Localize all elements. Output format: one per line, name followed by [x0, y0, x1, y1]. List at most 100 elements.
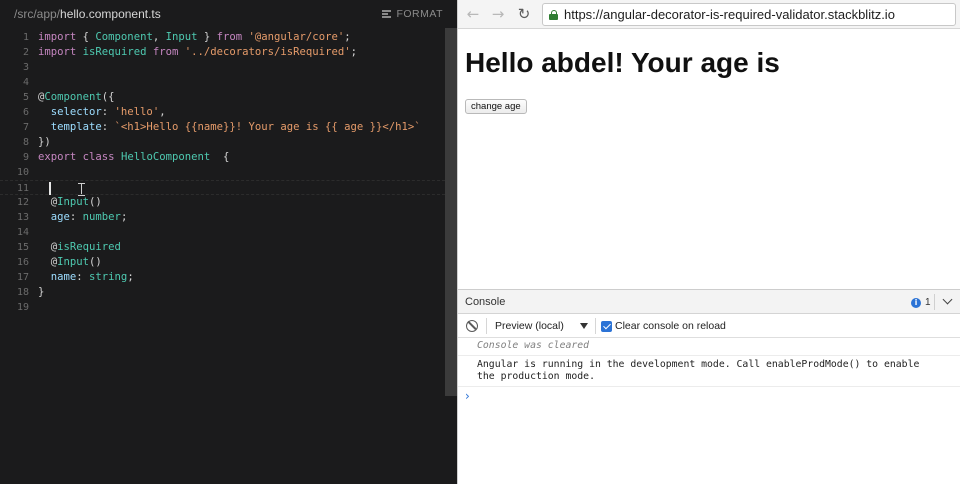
code-line[interactable]: 17 name: string; — [0, 270, 445, 285]
code-text: @Input() — [38, 255, 102, 270]
code-token: ; — [350, 46, 357, 58]
code-token: from — [152, 46, 179, 58]
code-token: () — [89, 256, 102, 268]
code-token: , — [159, 106, 166, 118]
clear-on-reload-label[interactable]: Clear console on reload — [615, 320, 726, 332]
url-text: https://angular-decorator-is-required-va… — [564, 7, 895, 22]
format-button[interactable]: FORMAT — [382, 8, 443, 20]
code-text: @Component({ — [38, 90, 115, 105]
preview-browser: ← → ↻ https://angular-decorator-is-requi… — [457, 0, 960, 484]
code-line[interactable]: 5 @Component({ — [0, 90, 445, 105]
console-prompt-icon[interactable]: › — [465, 389, 470, 403]
code-line[interactable]: 12 @Input() — [0, 195, 445, 210]
code-token: selector — [38, 106, 102, 118]
info-icon: i — [911, 297, 921, 308]
code-token: Input — [165, 31, 198, 43]
breadcrumb-path: /src/app/ — [14, 7, 61, 21]
code-line[interactable]: 19 — [0, 300, 445, 315]
line-number: 1 — [22, 32, 29, 43]
code-token: Component — [95, 31, 153, 43]
code-token: ({ — [101, 91, 115, 103]
code-token: { — [76, 31, 96, 43]
lock-icon — [549, 10, 558, 20]
clear-console-icon[interactable] — [466, 320, 478, 332]
code-line[interactable]: 4 — [0, 75, 445, 90]
code-token: : — [101, 121, 115, 133]
line-number: 9 — [22, 152, 29, 163]
code-token: import — [38, 46, 77, 58]
code-token: string — [89, 271, 128, 283]
code-token: @ — [38, 256, 58, 268]
line-number: 7 — [22, 122, 29, 133]
code-lines[interactable]: 1 import { Component, Input } from '@angu… — [0, 30, 445, 315]
clear-on-reload-checkbox[interactable] — [601, 321, 612, 332]
code-text: }) — [38, 135, 51, 150]
code-token: ; — [344, 31, 351, 43]
code-token: ; — [127, 271, 134, 283]
info-count-badge[interactable]: i 1 — [911, 297, 931, 308]
address-bar[interactable]: https://angular-decorator-is-required-va… — [542, 3, 956, 26]
tab-console[interactable]: Console — [465, 296, 505, 308]
code-line[interactable]: 9 export class HelloComponent { — [0, 150, 445, 165]
chevron-down-icon[interactable] — [943, 296, 953, 306]
code-line[interactable]: 11 — [0, 180, 445, 196]
code-token: { — [210, 151, 230, 163]
line-number: 2 — [22, 47, 29, 58]
console-toolbar: Preview (local) Clear console on reload — [458, 314, 960, 338]
code-text: age: number; — [38, 210, 128, 225]
code-token: Input — [57, 256, 90, 268]
code-text: @Input() — [38, 195, 102, 210]
page-viewport: Hello abdel! Your age is change age — [458, 30, 960, 288]
code-line[interactable]: 2 import isRequired from '../decorators/i… — [0, 45, 445, 60]
code-token: age — [38, 211, 70, 223]
divider — [486, 318, 487, 334]
editor-header: /src/app/hello.component.ts FORMAT — [0, 0, 457, 28]
console-tab-bar: Console i 1 — [458, 290, 960, 314]
code-token: import — [38, 31, 77, 43]
editor-scrollbar-track — [445, 396, 457, 484]
code-token: export — [38, 151, 77, 163]
forward-arrow-icon[interactable]: → — [489, 5, 507, 23]
code-token: () — [89, 196, 102, 208]
code-line[interactable]: 6 selector: 'hello', — [0, 105, 445, 120]
code-line[interactable]: 16 @Input() — [0, 255, 445, 270]
code-line[interactable]: 18} — [0, 285, 445, 300]
line-number: 16 — [16, 257, 29, 268]
code-token: '@angular/core' — [248, 31, 345, 43]
code-line[interactable]: 10 — [0, 165, 445, 180]
line-number: 11 — [16, 183, 29, 194]
code-text: import { Component, Input } from '@angul… — [38, 30, 351, 45]
code-token: @ — [38, 241, 58, 253]
dropdown-triangle-icon[interactable] — [580, 323, 588, 329]
back-arrow-icon[interactable]: ← — [464, 5, 482, 23]
code-line[interactable]: 14 — [0, 225, 445, 240]
code-editor-pane[interactable]: /src/app/hello.component.ts FORMAT 1 impo… — [0, 0, 457, 484]
format-label: FORMAT — [396, 8, 443, 20]
code-line[interactable]: 15 @isRequired — [0, 240, 445, 255]
code-text: export class HelloComponent { — [38, 150, 229, 165]
code-line[interactable]: 7 template: `<h1>Hello {{name}}! Your ag… — [0, 120, 445, 135]
line-number: 15 — [16, 242, 29, 253]
code-text: @isRequired — [38, 240, 121, 255]
code-token: '../decorators/isRequired' — [184, 46, 351, 58]
line-number: 10 — [16, 167, 29, 178]
change-age-button[interactable]: change age — [465, 99, 527, 114]
code-token: Component — [44, 91, 102, 103]
code-line[interactable]: 3 — [0, 60, 445, 75]
code-token: : — [76, 271, 90, 283]
context-select[interactable]: Preview (local) — [495, 320, 564, 332]
console-message-angular: Angular is running in the development mo… — [477, 359, 920, 382]
divider — [934, 294, 935, 310]
code-line[interactable]: 8}) — [0, 135, 445, 150]
code-line[interactable]: 13 age: number; — [0, 210, 445, 225]
line-number: 12 — [16, 197, 29, 208]
code-token: }) — [38, 136, 51, 148]
editor-scrollbar[interactable] — [445, 28, 457, 396]
line-number: 3 — [22, 62, 29, 73]
code-line[interactable]: 1 import { Component, Input } from '@angu… — [0, 30, 445, 45]
code-token: template — [38, 121, 102, 133]
reload-icon[interactable]: ↻ — [515, 5, 533, 23]
format-lines-icon — [382, 10, 392, 18]
line-number: 6 — [22, 107, 29, 118]
page-heading: Hello abdel! Your age is — [465, 47, 780, 78]
